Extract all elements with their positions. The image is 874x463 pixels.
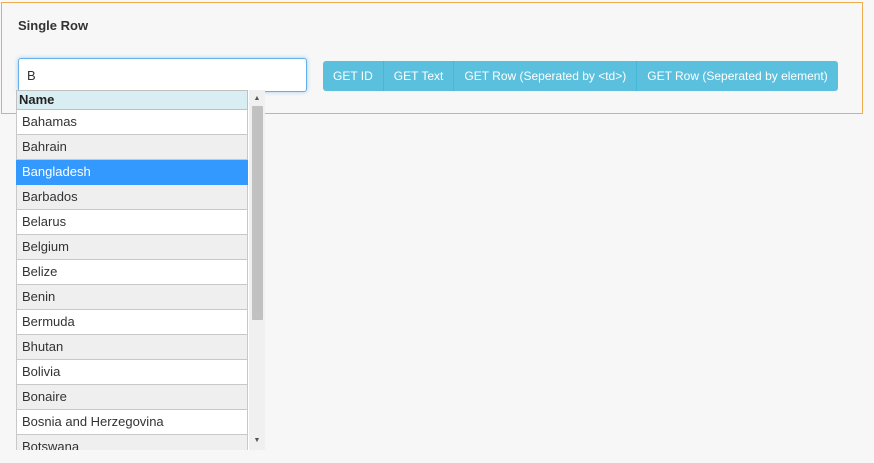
list-item[interactable]: Botswana bbox=[16, 435, 248, 450]
list-item-selected[interactable]: Bangladesh bbox=[16, 160, 248, 185]
autocomplete-dropdown[interactable]: Name Bahamas Bahrain Bangladesh Barbados… bbox=[16, 90, 265, 450]
column-header-name: Name bbox=[16, 90, 248, 110]
scroll-down-arrow-icon[interactable]: ▼ bbox=[249, 433, 265, 447]
button-group: GET ID GET Text GET Row (Seperated by <t… bbox=[323, 61, 838, 91]
list-item[interactable]: Bolivia bbox=[16, 360, 248, 385]
scroll-up-arrow-icon[interactable]: ▲ bbox=[249, 91, 265, 105]
scroll-thumb[interactable] bbox=[252, 106, 263, 320]
list-item[interactable]: Belarus bbox=[16, 210, 248, 235]
list-item[interactable]: Bhutan bbox=[16, 335, 248, 360]
get-row-td-button[interactable]: GET Row (Seperated by <td>) bbox=[454, 61, 638, 91]
search-input[interactable] bbox=[18, 58, 307, 92]
list-item[interactable]: Bahrain bbox=[16, 135, 248, 160]
list-item[interactable]: Belize bbox=[16, 260, 248, 285]
list-item[interactable]: Bosnia and Herzegovina bbox=[16, 410, 248, 435]
list-item[interactable]: Benin bbox=[16, 285, 248, 310]
get-id-button[interactable]: GET ID bbox=[323, 61, 384, 91]
panel-title: Single Row bbox=[18, 18, 89, 33]
list-item[interactable]: Barbados bbox=[16, 185, 248, 210]
dropdown-scrollbar[interactable]: ▲ ▼ bbox=[249, 90, 265, 450]
list-item[interactable]: Belgium bbox=[16, 235, 248, 260]
list-item[interactable]: Bonaire bbox=[16, 385, 248, 410]
get-text-button[interactable]: GET Text bbox=[383, 61, 455, 91]
results-table: Name Bahamas Bahrain Bangladesh Barbados… bbox=[16, 90, 248, 450]
list-item[interactable]: Bermuda bbox=[16, 310, 248, 335]
list-item[interactable]: Bahamas bbox=[16, 110, 248, 135]
get-row-element-button[interactable]: GET Row (Seperated by element) bbox=[637, 61, 838, 91]
